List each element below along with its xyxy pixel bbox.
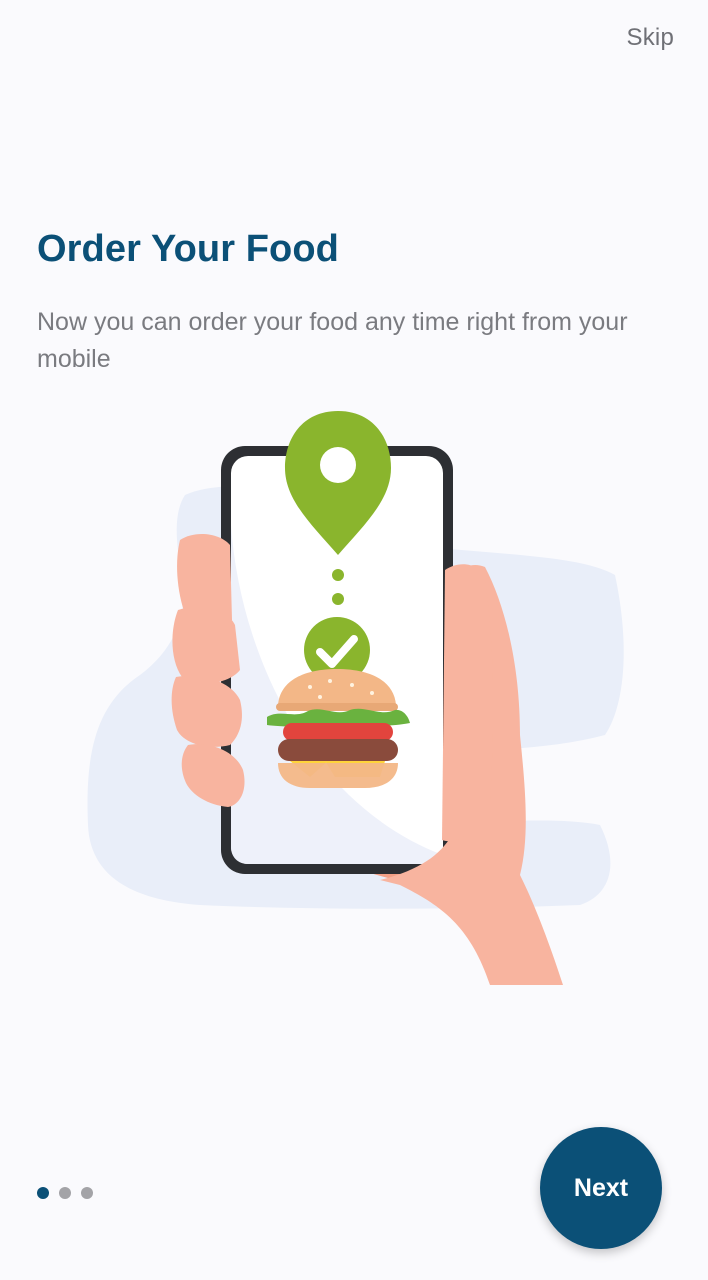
page-indicator bbox=[37, 1187, 93, 1199]
page-dot-active[interactable] bbox=[37, 1187, 49, 1199]
page-description: Now you can order your food any time rig… bbox=[37, 308, 628, 373]
page-dot[interactable] bbox=[59, 1187, 71, 1199]
hand-holding-phone-illustration bbox=[87, 411, 624, 985]
page-title: Order Your Food bbox=[37, 228, 339, 270]
next-button[interactable]: Next bbox=[540, 1127, 662, 1249]
connector-dot bbox=[332, 593, 344, 605]
page-dot[interactable] bbox=[81, 1187, 93, 1199]
skip-button[interactable]: Skip bbox=[627, 24, 675, 52]
thumb bbox=[442, 564, 494, 842]
onboarding-screen: Skip Order Your Food Now you can order y… bbox=[0, 0, 708, 1280]
burger-icon bbox=[267, 669, 410, 788]
connector-dot bbox=[332, 569, 344, 581]
